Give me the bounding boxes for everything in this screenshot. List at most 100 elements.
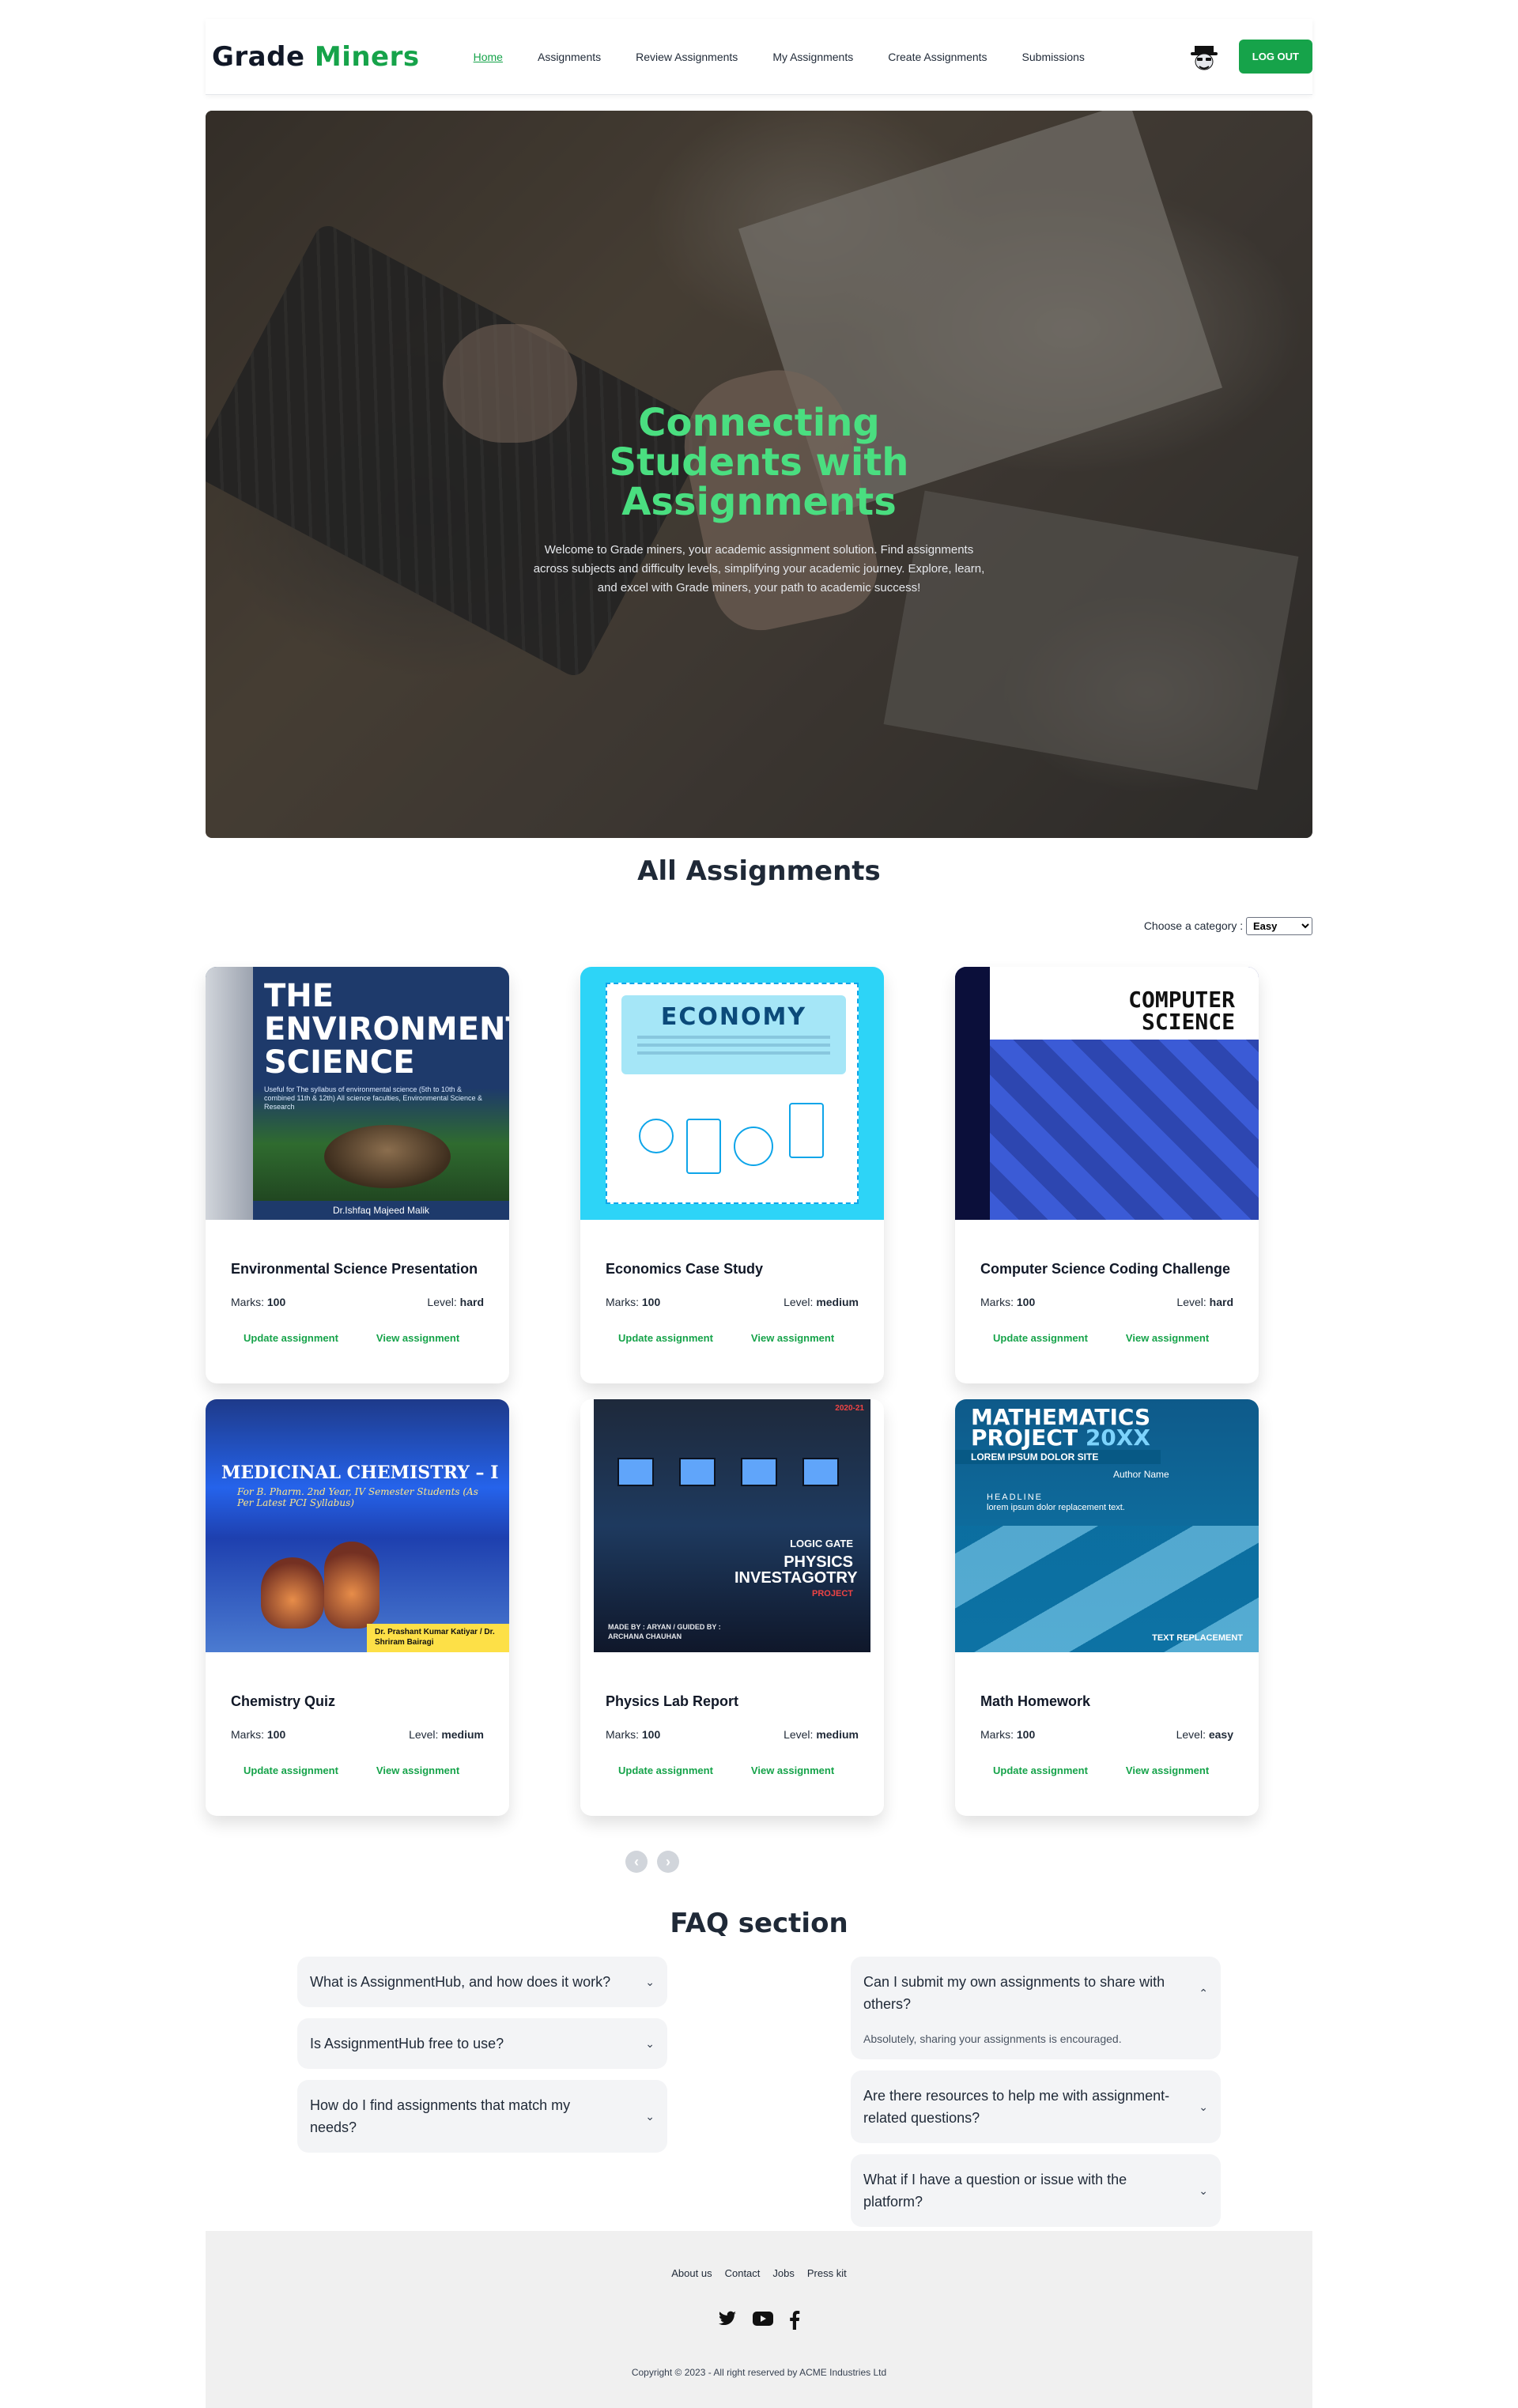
nav-create-assignments[interactable]: Create Assignments xyxy=(888,51,987,63)
cover-title: MEDICINAL CHEMISTRY – I xyxy=(221,1463,499,1483)
faq-columns: What is AssignmentHub, and how does it w… xyxy=(297,1957,1221,2227)
faq-item[interactable]: Are there resources to help me with assi… xyxy=(851,2070,1221,2143)
card-body: Math Homework Marks: 100 Level: easy Upd… xyxy=(955,1652,1259,1816)
nav-my-assignments[interactable]: My Assignments xyxy=(772,51,853,63)
cover-title: THE ENVIRONMENTAL SCIENCE xyxy=(264,978,509,1081)
brand-logo[interactable]: Grade Miners xyxy=(212,41,420,73)
assignment-title: Computer Science Coding Challenge xyxy=(980,1261,1231,1277)
level: Level: medium xyxy=(784,1296,859,1308)
faq-question[interactable]: Are there resources to help me with assi… xyxy=(863,2085,1208,2129)
youtube-icon[interactable] xyxy=(753,2311,773,2334)
update-assignment-button[interactable]: Update assignment xyxy=(993,1764,1088,1776)
faq-item[interactable]: How do I find assignments that match my … xyxy=(297,2080,667,2153)
faq-question[interactable]: Can I submit my own assignments to share… xyxy=(863,1971,1208,2015)
copyright-text: Copyright © 2023 - All right reserved by… xyxy=(631,2367,887,2378)
social-links xyxy=(206,2311,1312,2334)
faq-question[interactable]: How do I find assignments that match my … xyxy=(310,2094,655,2138)
update-assignment-button[interactable]: Update assignment xyxy=(618,1764,713,1776)
assignment-meta: Marks: 100 Level: easy xyxy=(980,1728,1233,1741)
nav-home[interactable]: Home xyxy=(474,51,503,63)
nav-review-assignments[interactable]: Review Assignments xyxy=(636,51,738,63)
assignment-title: Economics Case Study xyxy=(606,1261,764,1277)
main-menu: Home Assignments Review Assignments My A… xyxy=(474,51,1085,63)
hero-title: Connecting Students with Assignments xyxy=(609,401,909,524)
card-body: Environmental Science Presentation Marks… xyxy=(206,1220,509,1383)
view-assignment-button[interactable]: View assignment xyxy=(1126,1332,1209,1344)
footer-link-press-kit[interactable]: Press kit xyxy=(807,2267,847,2279)
faq-item[interactable]: What is AssignmentHub, and how does it w… xyxy=(297,1957,667,2007)
facebook-icon[interactable] xyxy=(789,2311,800,2334)
marks: Marks: 100 xyxy=(606,1296,661,1308)
level: Level: hard xyxy=(1176,1296,1233,1308)
hero-banner: Connecting Students with Assignments Wel… xyxy=(206,111,1312,838)
view-assignment-button[interactable]: View assignment xyxy=(1126,1764,1209,1776)
level: Level: medium xyxy=(409,1728,484,1741)
faq-item[interactable]: What if I have a question or issue with … xyxy=(851,2154,1221,2227)
card-body: Physics Lab Report Marks: 100 Level: med… xyxy=(580,1652,884,1816)
footer-link-about[interactable]: About us xyxy=(671,2267,712,2279)
category-filter-label: Choose a category : xyxy=(1143,919,1244,932)
book-spine xyxy=(206,967,253,1220)
update-assignment-button[interactable]: Update assignment xyxy=(993,1332,1088,1344)
logic-gate-row xyxy=(617,1458,839,1486)
update-assignment-button[interactable]: Update assignment xyxy=(244,1764,338,1776)
faq-item-expanded[interactable]: Can I submit my own assignments to share… xyxy=(851,1957,1221,2059)
view-assignment-button[interactable]: View assignment xyxy=(376,1764,459,1776)
view-assignment-button[interactable]: View assignment xyxy=(376,1332,459,1344)
assignment-title: Math Homework xyxy=(980,1693,1091,1709)
next-page-button[interactable]: › xyxy=(657,1851,679,1873)
view-assignment-button[interactable]: View assignment xyxy=(751,1764,834,1776)
text-line xyxy=(637,1036,830,1039)
update-assignment-button[interactable]: Update assignment xyxy=(618,1332,713,1344)
flask-image xyxy=(324,1542,380,1629)
faq-column-right: Can I submit my own assignments to share… xyxy=(851,1957,1221,2227)
faq-question[interactable]: What if I have a question or issue with … xyxy=(863,2168,1208,2213)
nav-assignments[interactable]: Assignments xyxy=(538,51,601,63)
flask-image xyxy=(261,1557,324,1629)
prev-page-button[interactable]: ‹ xyxy=(625,1851,648,1873)
assignment-title: Chemistry Quiz xyxy=(231,1693,336,1709)
cover-headline: HEADLINE lorem ipsum dolor replacement t… xyxy=(987,1493,1125,1512)
marks: Marks: 100 xyxy=(980,1296,1036,1308)
cover-inner: ECONOMY xyxy=(606,983,859,1204)
category-filter: Choose a category : Easy xyxy=(206,917,1312,935)
card-body: Chemistry Quiz Marks: 100 Level: medium … xyxy=(206,1652,509,1816)
cover-subtitle: For B. Pharm. 2nd Year, IV Semester Stud… xyxy=(237,1486,478,1508)
update-assignment-button[interactable]: Update assignment xyxy=(244,1332,338,1344)
assignment-meta: Marks: 100 Level: medium xyxy=(606,1728,859,1741)
cover-title: MATHEMATICS PROJECT 20XX xyxy=(971,1404,1151,1451)
cover-year: 2020-21 xyxy=(835,1404,864,1413)
faq-item[interactable]: Is AssignmentHub free to use? ⌄ xyxy=(297,2018,667,2069)
money-icon xyxy=(734,1127,773,1166)
assignment-card: 2020-21 LOGIC GATE PHYSICS INVESTAGOTRY … xyxy=(580,1399,884,1816)
hero-description: Welcome to Grade miners, your academic a… xyxy=(533,543,985,594)
level: Level: easy xyxy=(1176,1728,1233,1741)
computer-science-cover: COMPUTER SCIENCE xyxy=(955,967,1259,1220)
card-actions: Update assignment View assignment xyxy=(980,1332,1233,1344)
puzzle-image xyxy=(990,1040,1259,1220)
hero-text: Connecting Students with Assignments Wel… xyxy=(206,403,1312,598)
cover-title: ECONOMY xyxy=(660,1003,807,1031)
faq-question[interactable]: What is AssignmentHub, and how does it w… xyxy=(310,1971,655,1993)
cover-panel: 2020-21 LOGIC GATE PHYSICS INVESTAGOTRY … xyxy=(594,1399,870,1652)
view-assignment-button[interactable]: View assignment xyxy=(751,1332,834,1344)
document-icon xyxy=(789,1103,824,1158)
logout-button[interactable]: LOG OUT xyxy=(1238,40,1312,74)
category-select[interactable]: Easy xyxy=(1246,917,1312,935)
card-body: Economics Case Study Marks: 100 Level: m… xyxy=(580,1220,884,1383)
nav-submissions[interactable]: Submissions xyxy=(1022,51,1085,63)
cover-subtitle: Useful for The syllabus of environmental… xyxy=(264,1085,482,1111)
cover-title: COMPUTER SCIENCE xyxy=(1128,987,1235,1035)
card-actions: Update assignment View assignment xyxy=(606,1332,859,1344)
chevron-down-icon: ⌄ xyxy=(1199,2184,1208,2197)
assignment-meta: Marks: 100 Level: hard xyxy=(980,1296,1233,1308)
faq-answer: Absolutely, sharing your assignments is … xyxy=(863,2032,1122,2045)
twitter-icon[interactable] xyxy=(718,2311,737,2334)
marks: Marks: 100 xyxy=(231,1728,286,1741)
faq-question[interactable]: Is AssignmentHub free to use? ⌄ xyxy=(310,2032,655,2055)
user-avatar-icon[interactable] xyxy=(1188,41,1220,73)
gate-icon xyxy=(741,1458,777,1486)
footer-link-contact[interactable]: Contact xyxy=(725,2267,761,2279)
physics-cover: 2020-21 LOGIC GATE PHYSICS INVESTAGOTRY … xyxy=(580,1399,884,1652)
footer-link-jobs[interactable]: Jobs xyxy=(772,2267,794,2279)
